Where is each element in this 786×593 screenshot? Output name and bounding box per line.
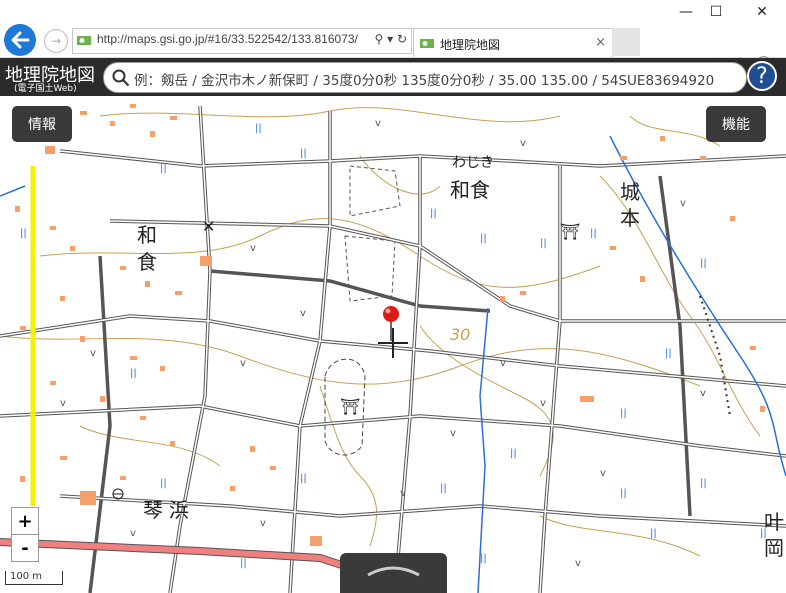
svg-text:||: || (160, 478, 167, 489)
svg-text:||: || (700, 258, 707, 269)
svg-text:||: || (665, 348, 672, 359)
zoom-in-button[interactable]: + (11, 507, 39, 535)
svg-text:v: v (240, 358, 246, 369)
forward-button[interactable]: → (44, 29, 68, 53)
shrine-symbol-2: ⛩ (560, 222, 580, 241)
svg-text:v: v (90, 348, 96, 359)
browser-navbar: → http://maps.gsi.go.jp/#16/33.522542/13… (0, 24, 786, 73)
svg-text:||: || (20, 228, 27, 239)
svg-text:||: || (480, 233, 487, 244)
contour-lines (0, 107, 761, 557)
new-tab-button[interactable] (612, 28, 640, 56)
svg-text:v: v (600, 468, 606, 479)
location-pin-icon (383, 306, 399, 322)
place-label-koto: 琴 (143, 498, 163, 522)
place-label-wajiki: 和食 (450, 178, 490, 202)
svg-text:v: v (520, 138, 526, 149)
svg-text:v: v (375, 118, 381, 129)
bottom-panel-toggle[interactable] (340, 553, 447, 593)
scale-bar: 100 m (5, 571, 63, 585)
place-label-hon: 本 (620, 206, 640, 230)
close-tab-icon[interactable]: × (595, 35, 606, 50)
place-label-shoku: 食 (137, 250, 157, 274)
place-label-washiki: わじき (452, 155, 494, 171)
river (477, 307, 489, 593)
tab-title: 地理院地図 (440, 38, 501, 52)
window-titlebar: — ☐ ✕ (0, 0, 786, 24)
svg-text:v: v (450, 428, 456, 439)
tab-gsi-map[interactable]: 地理院地図 × (413, 28, 613, 57)
svg-text:||: || (620, 408, 627, 419)
function-button[interactable]: 機能 (706, 106, 766, 142)
svg-text:v: v (500, 358, 506, 369)
svg-text:v: v (680, 198, 686, 209)
map-canvas[interactable]: || || || || || || || || || || || || || || || || || ||… (0, 96, 786, 593)
zoom-out-button[interactable]: - (11, 534, 39, 562)
svg-text:||: || (300, 473, 307, 484)
svg-text:||: || (510, 448, 517, 459)
svg-text:||: || (160, 163, 167, 174)
address-bar[interactable]: http://maps.gsi.go.jp/#16/33.522542/133.… (72, 28, 412, 54)
help-button[interactable]: ? (747, 61, 777, 91)
svg-text:||: || (540, 238, 547, 249)
gsi-favicon-icon (420, 39, 434, 48)
chevron-up-icon (367, 566, 420, 577)
place-label-wa: 和 (137, 223, 157, 247)
arrow-left-icon (11, 31, 30, 49)
svg-text:v: v (60, 398, 66, 409)
info-button[interactable]: 情報 (12, 106, 72, 142)
svg-text:||: || (300, 148, 307, 159)
map-tiles: || || || || || || || || || || || || || || || || || ||… (0, 104, 786, 593)
svg-text:||: || (130, 368, 137, 379)
svg-text:||: || (590, 228, 597, 239)
place-label-hama: 浜 (169, 498, 189, 522)
svg-text:v: v (260, 518, 266, 529)
svg-text:||: || (440, 483, 447, 494)
search-icon (112, 69, 130, 87)
gsi-favicon-icon (77, 36, 91, 45)
url-text: http://maps.gsi.go.jp/#16/33.522542/133.… (97, 32, 358, 46)
place-label-jo: 城 (620, 180, 640, 204)
svg-text:||: || (620, 488, 627, 499)
svg-text:||: || (240, 558, 247, 569)
svg-text:||: || (700, 478, 707, 489)
svg-text:||: || (650, 528, 657, 539)
svg-text:v: v (540, 398, 546, 409)
gsi-header: 地理院地図 (電子国土Web) 例：剱岳 / 金沢市木ノ新保町 / 35度0分0… (0, 58, 786, 96)
contour-elevation-label: 30 (450, 325, 471, 344)
close-window-button[interactable]: ✕ (742, 0, 782, 24)
svg-text:v: v (130, 528, 136, 539)
svg-text:v: v (300, 308, 306, 319)
place-label-kano: 叶 (764, 510, 784, 534)
site-logo-sub: (電子国土Web) (14, 84, 77, 94)
svg-text:v: v (575, 558, 581, 569)
svg-text:v: v (250, 243, 256, 254)
school-symbol: ✕ (202, 217, 215, 236)
svg-text:||: || (430, 208, 437, 219)
search-placeholder: 例：剱岳 / 金沢市木ノ新保町 / 35度0分0秒 135度0分0秒 / 35.… (134, 73, 715, 89)
address-tools-icon[interactable]: ⚲ ▾ ↻ (375, 32, 408, 46)
svg-text:v: v (400, 488, 406, 499)
svg-text:v: v (700, 388, 706, 399)
back-button[interactable] (4, 24, 36, 56)
maximize-button[interactable]: ☐ (696, 0, 736, 24)
place-label-oka: 岡 (764, 536, 784, 560)
search-input[interactable]: 例：剱岳 / 金沢市木ノ新保町 / 35度0分0秒 135度0分0秒 / 35.… (103, 62, 747, 93)
svg-text:||: || (480, 553, 487, 564)
svg-text:||: || (255, 123, 262, 134)
shrine-symbol-1: ⛩ (340, 397, 360, 416)
